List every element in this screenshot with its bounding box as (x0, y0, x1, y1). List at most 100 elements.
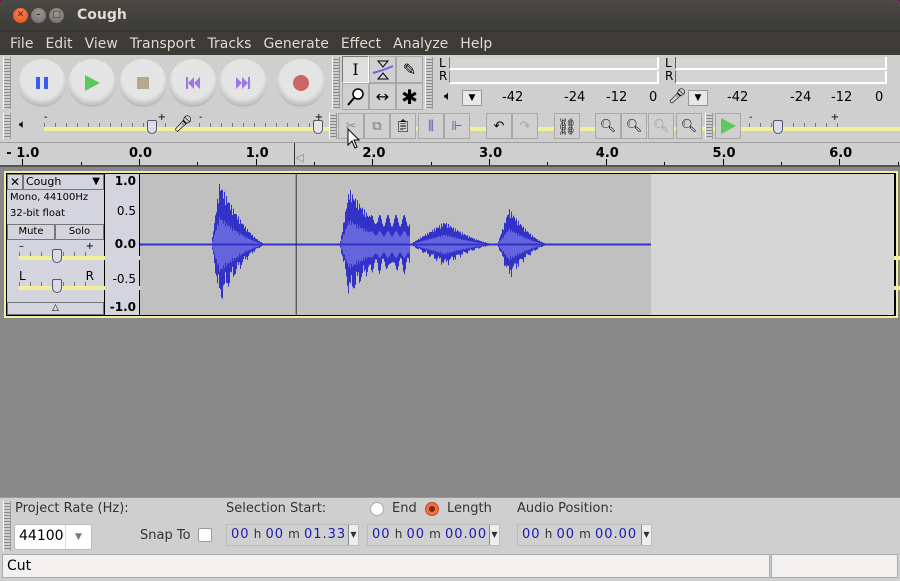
slider-thumb[interactable] (773, 120, 783, 134)
ruler-minor-tick (80, 162, 82, 165)
minimize-window-button[interactable]: – (31, 8, 46, 23)
stop-button[interactable] (119, 59, 167, 107)
time-shift-tool-button[interactable]: ↔ (369, 83, 396, 110)
ruler-label: 4.0 (595, 146, 619, 161)
end-radio[interactable] (370, 502, 384, 516)
zoom-out-button[interactable]: 🔍︎ (621, 113, 647, 139)
project-rate-combo[interactable]: 44100 ▼ (14, 524, 92, 550)
record-meter-left-label: L (665, 56, 672, 70)
mixer-toolbar-grip[interactable] (3, 113, 11, 139)
track-name-menu[interactable]: Cough ▼ (23, 174, 104, 190)
slider-thumb[interactable] (51, 279, 62, 293)
gain-slider[interactable]: – + (19, 241, 900, 264)
play-button[interactable] (68, 59, 116, 107)
slider-thumb[interactable] (313, 120, 323, 134)
menu-view[interactable]: View (79, 36, 124, 52)
menu-analyze[interactable]: Analyze (387, 36, 454, 52)
snap-to-checkbox[interactable] (198, 528, 212, 542)
transport-toolbar-grip[interactable] (3, 57, 11, 109)
waveform-area[interactable] (140, 174, 894, 315)
record-meter-left (675, 57, 887, 70)
snap-to-label: Snap To (140, 528, 191, 543)
playback-meter-menu-button[interactable]: ▼ (462, 90, 482, 106)
record-meter-menu-button[interactable]: ▼ (688, 90, 708, 106)
mute-button[interactable]: Mute (7, 224, 55, 240)
audacity-window: ✕ – □ Cough File Edit View Transport Tra… (0, 0, 900, 581)
track-format-info: Mono, 44100Hz (10, 192, 89, 203)
clipboard-icon: 📋︎ (394, 118, 412, 134)
format-dropdown-arrow[interactable]: ▼ (641, 525, 651, 545)
multi-tool-button[interactable]: ✱ (396, 83, 423, 110)
ruler-label: 0.0 (129, 146, 153, 161)
pause-button[interactable] (18, 59, 66, 107)
sync-lock-button[interactable]: ⛓ (554, 113, 580, 139)
stop-icon (137, 77, 149, 89)
toolbar-area: I ✎ ↔ ✱ L R L R 🔈︎ ▼ -42 -24 -12 0 🎤︎ ▼ … (0, 55, 900, 143)
record-button[interactable] (277, 59, 325, 107)
paste-button[interactable]: 📋︎ (390, 113, 416, 139)
skip-end-icon (236, 77, 250, 89)
redo-button[interactable]: ↷ (512, 113, 538, 139)
chevron-down-icon[interactable]: ▼ (65, 525, 91, 549)
skip-to-end-button[interactable] (219, 59, 267, 107)
title-bar: ✕ – □ Cough (0, 0, 900, 31)
edit-toolbar-grip[interactable] (329, 113, 337, 139)
menu-effect[interactable]: Effect (335, 36, 387, 52)
slider-thumb[interactable] (147, 120, 158, 134)
zoom-tool-button[interactable] (342, 83, 369, 110)
triangle-up-icon: △ (52, 303, 59, 313)
playback-volume-slider[interactable]: - + (44, 112, 900, 135)
skip-to-start-button[interactable] (169, 59, 217, 107)
play-speed-slider[interactable]: - + (749, 112, 900, 135)
collapse-track-button[interactable]: △ (7, 302, 104, 315)
play-at-speed-button[interactable] (715, 113, 741, 139)
draw-tool-button[interactable]: ✎ (396, 56, 423, 83)
ruler-label: 5.0 (712, 146, 736, 161)
close-window-button[interactable]: ✕ (13, 8, 28, 23)
envelope-tool-button[interactable] (369, 56, 396, 83)
menu-tracks[interactable]: Tracks (202, 36, 258, 52)
menu-generate[interactable]: Generate (257, 36, 334, 52)
playback-scale-label: -24 (564, 90, 586, 105)
close-track-button[interactable]: ✕ (7, 174, 23, 190)
waveform (140, 174, 651, 315)
slider-thumb[interactable] (51, 249, 62, 263)
silence-button[interactable]: ⊩ (444, 113, 470, 139)
selection-start-time[interactable]: 00 h 00 m 01.33 s ▼ (226, 524, 359, 546)
format-dropdown-arrow[interactable]: ▼ (489, 525, 499, 545)
zoom-in-button[interactable]: 🔍︎ (595, 113, 621, 139)
timeline-ruler[interactable]: - 1.0 0.0 1.0 2.0 3.0 4.0 5.0 6.0 ◁ (0, 143, 900, 167)
solo-button[interactable]: Solo (55, 224, 104, 240)
track-name: Cough (26, 175, 62, 188)
menu-transport[interactable]: Transport (124, 36, 202, 52)
fit-project-button[interactable]: 🔍︎ (676, 113, 702, 139)
selection-length-time[interactable]: 00 h 00 m 00.00 s ▼ (367, 524, 500, 546)
undo-button[interactable]: ↶ (486, 113, 512, 139)
selection-toolbar-grip[interactable] (3, 501, 11, 551)
trim-button[interactable]: ⫼ (418, 113, 444, 139)
record-meter-right-label: R (665, 69, 674, 83)
record-volume-slider[interactable]: - + (199, 112, 900, 135)
fit-selection-button[interactable]: 🔍︎ (648, 113, 674, 139)
window-title: Cough (77, 7, 127, 23)
menu-file[interactable]: File (4, 36, 39, 52)
ruler-label: 1.0 (245, 146, 269, 161)
maximize-window-button[interactable]: □ (49, 8, 64, 23)
copy-button[interactable]: ⧉ (364, 113, 390, 139)
length-radio[interactable] (425, 502, 439, 516)
pan-slider[interactable]: L R (19, 269, 900, 294)
play-at-speed-grip[interactable] (705, 113, 713, 139)
amplitude-label: 0.0 (114, 237, 136, 251)
meter-toolbar-grip[interactable] (425, 57, 433, 109)
tools-toolbar-grip[interactable] (332, 57, 340, 109)
minus-label: - (749, 112, 753, 123)
minus-label: - (199, 112, 203, 123)
menu-edit[interactable]: Edit (39, 36, 78, 52)
audio-position-time[interactable]: 00 h 00 m 00.00 s ▼ (517, 524, 652, 546)
ruler-minor-tick (897, 162, 899, 165)
minus-label: - (44, 112, 48, 123)
menu-help[interactable]: Help (454, 36, 498, 52)
format-dropdown-arrow[interactable]: ▼ (348, 525, 358, 545)
ruler-minor-tick (430, 162, 432, 165)
selection-tool-button[interactable]: I (342, 56, 369, 83)
